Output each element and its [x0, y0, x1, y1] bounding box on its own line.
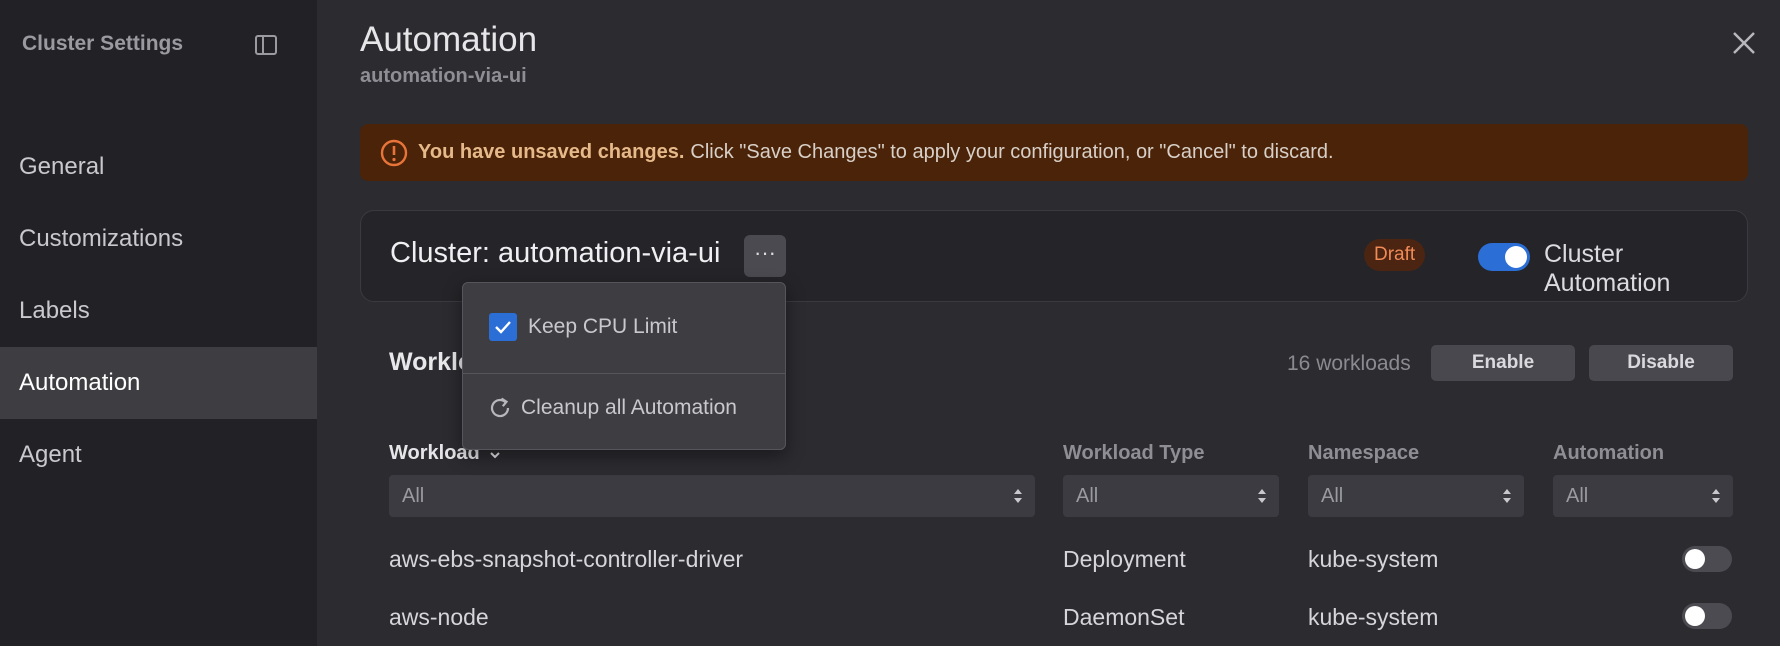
cluster-automation-label: Cluster Automation [1544, 240, 1671, 297]
sidebar-item-general[interactable]: General [0, 131, 317, 203]
automation-filter-value: All [1566, 485, 1589, 507]
cluster-title: Cluster: automation-via-ui [390, 237, 721, 269]
sidebar-collapse-icon[interactable] [255, 35, 277, 55]
type-filter-value: All [1076, 485, 1099, 507]
disable-button[interactable]: Disable [1589, 345, 1733, 381]
menu-item-keep-cpu-limit[interactable]: Keep CPU Limit [489, 313, 677, 341]
column-header-automation[interactable]: Automation [1553, 442, 1664, 465]
refresh-icon [490, 397, 510, 418]
menu-divider [463, 373, 785, 374]
warning-icon [380, 139, 408, 166]
workload-automation-toggle[interactable] [1682, 546, 1732, 572]
sidebar-header: Cluster Settings [22, 32, 184, 55]
workload-name[interactable]: aws-node [389, 604, 489, 631]
sidebar-item-customizations[interactable]: Customizations [0, 203, 317, 275]
cluster-automation-toggle[interactable] [1478, 243, 1530, 271]
page-subtitle: automation-via-ui [360, 65, 527, 87]
sidebar-item-labels[interactable]: Labels [0, 275, 317, 347]
automation-filter-select[interactable]: All [1553, 475, 1733, 517]
workload-type: DaemonSet [1063, 604, 1185, 630]
namespace-filter-value: All [1321, 485, 1344, 507]
check-icon [495, 321, 511, 334]
draft-badge: Draft [1364, 239, 1426, 271]
keep-cpu-limit-checkbox[interactable] [489, 313, 517, 341]
keep-cpu-limit-label: Keep CPU Limit [528, 315, 678, 338]
column-header-type[interactable]: Workload Type [1063, 442, 1205, 465]
banner-text: Click "Save Changes" to apply your confi… [690, 141, 1334, 163]
workload-filter-select[interactable]: All [389, 475, 1035, 517]
select-arrows-icon [1503, 489, 1511, 503]
sidebar-item-agent[interactable]: Agent [0, 419, 317, 491]
sort-down-icon [490, 452, 501, 459]
banner-bold-text: You have unsaved changes. [418, 141, 685, 163]
page-title: Automation [360, 20, 538, 59]
enable-button[interactable]: Enable [1431, 345, 1575, 381]
unsaved-changes-banner: You have unsaved changes. Click "Save Ch… [360, 124, 1748, 181]
cluster-options-menu: Keep CPU Limit Cleanup all Automation [462, 282, 786, 450]
cleanup-automation-label: Cleanup all Automation [521, 396, 737, 419]
sidebar-item-automation[interactable]: Automation [0, 347, 317, 419]
workload-count: 16 workloads [1287, 352, 1411, 375]
namespace-filter-select[interactable]: All [1308, 475, 1524, 517]
workload-namespace: kube-system [1308, 604, 1439, 630]
select-arrows-icon [1258, 489, 1266, 503]
select-arrows-icon [1712, 489, 1720, 503]
type-filter-select[interactable]: All [1063, 475, 1279, 517]
column-header-namespace[interactable]: Namespace [1308, 442, 1419, 465]
more-options-button[interactable]: ··· [744, 235, 786, 277]
menu-item-cleanup-automation[interactable]: Cleanup all Automation [487, 393, 737, 423]
close-icon[interactable] [1729, 28, 1759, 58]
select-arrows-icon [1014, 489, 1022, 503]
sidebar: Cluster Settings General Customizations … [0, 0, 317, 646]
workloads-title: Worklo [389, 348, 474, 376]
workload-name[interactable]: aws-ebs-snapshot-controller-driver [389, 546, 743, 573]
workload-automation-toggle[interactable] [1682, 603, 1732, 629]
workload-filter-value: All [402, 485, 425, 507]
workload-namespace: kube-system [1308, 546, 1439, 572]
workload-type: Deployment [1063, 546, 1186, 572]
